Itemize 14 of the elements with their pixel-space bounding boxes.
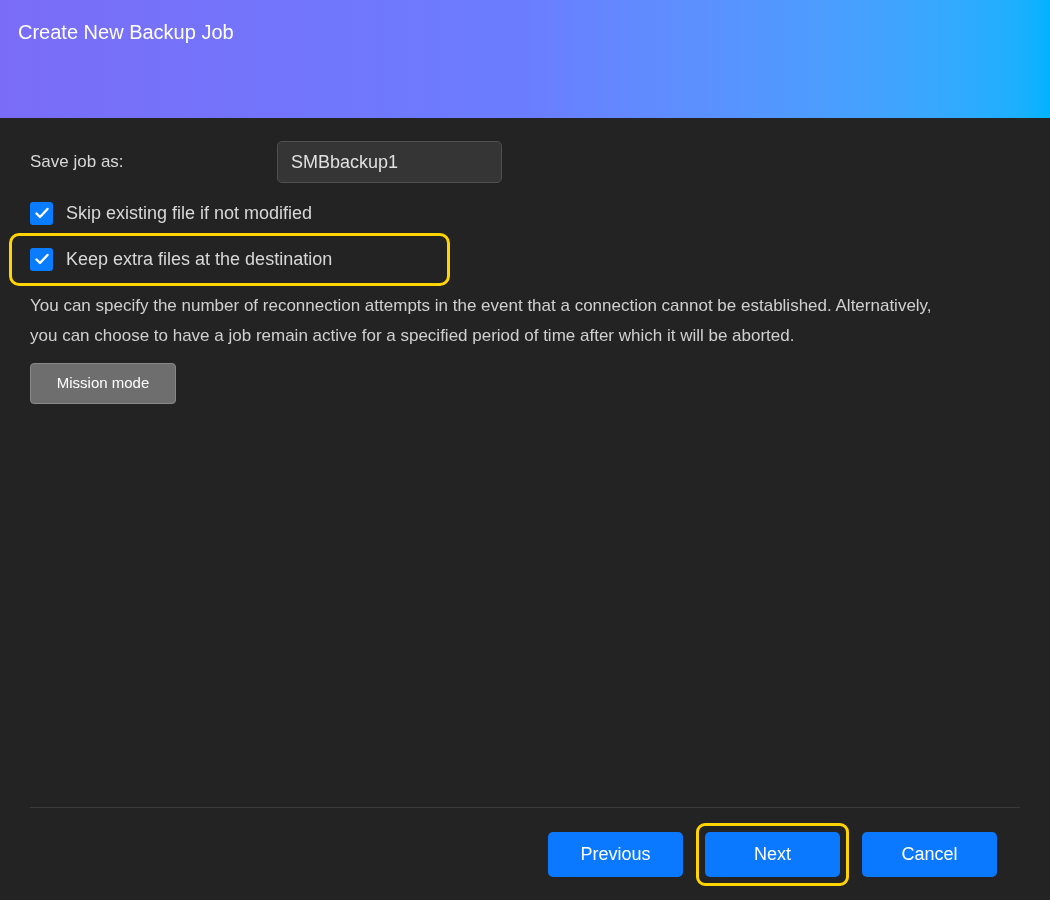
dialog-button[interactable]: Previous xyxy=(548,831,683,877)
checkbox-label[interactable]: Skip existing file if not modified xyxy=(66,199,313,227)
dialog-button[interactable]: Cancel xyxy=(862,831,997,877)
checkbox-label[interactable]: Keep extra files at the destination xyxy=(66,245,333,273)
field-label: Save job as: xyxy=(30,151,125,174)
checkbox[interactable] xyxy=(30,201,53,225)
checkmark-icon xyxy=(33,251,50,267)
description-text: You can specify the number of reconnection attempts in the event that a connection cannot be established. Alternatively, you can choose to have a job remain active for a specified period of time after which it will be aborted. xyxy=(30,295,933,347)
checkmark-icon xyxy=(33,205,50,221)
checkbox[interactable] xyxy=(30,247,53,271)
job-name-field[interactable]: SMBbackup1 xyxy=(277,141,502,183)
mission-mode-button[interactable]: Mission mode xyxy=(30,363,176,404)
dialog-title: Create New Backup Job xyxy=(18,20,234,45)
dialog-button[interactable]: Next xyxy=(705,831,840,877)
